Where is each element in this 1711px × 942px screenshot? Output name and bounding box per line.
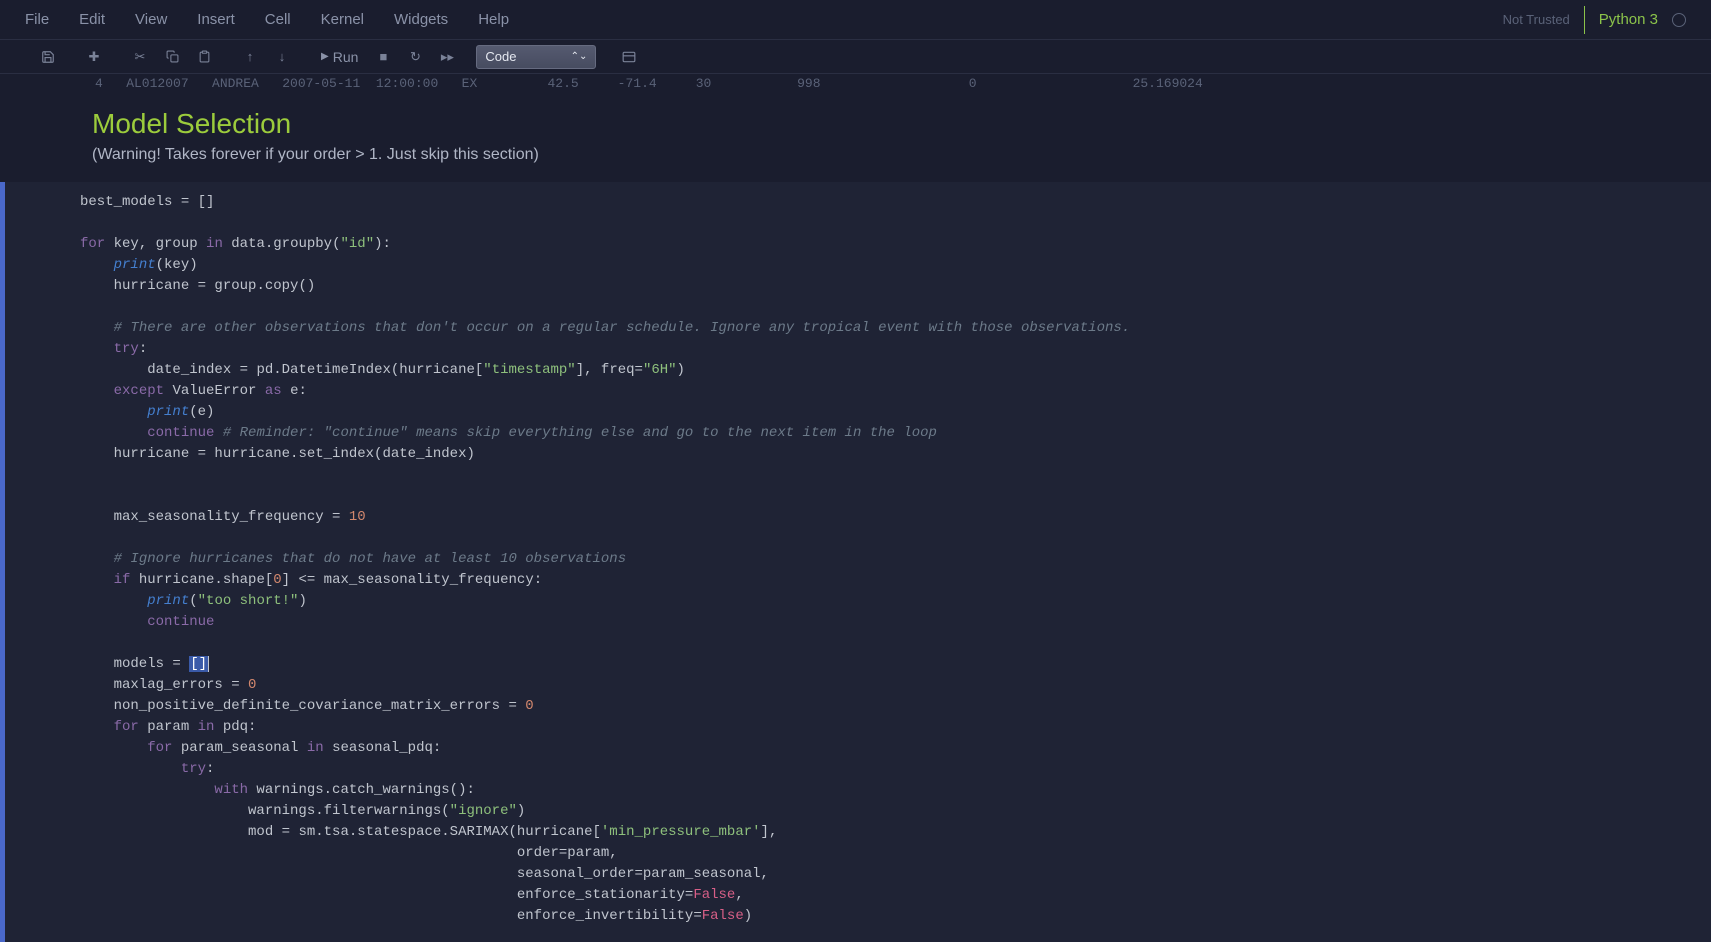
save-icon[interactable] [35,46,61,68]
string-literal: "timestamp" [483,362,575,378]
markdown-heading: Model Selection [92,108,1711,140]
code-comment: # Ignore hurricanes that do not have at … [114,551,626,567]
menu-insert[interactable]: Insert [197,11,235,28]
move-down-icon[interactable]: ↓ [269,46,295,68]
kernel-status-icon[interactable] [1672,13,1686,27]
cell-gutter [0,182,68,942]
menu-widgets[interactable]: Widgets [394,11,448,28]
not-trusted-label[interactable]: Not Trusted [1503,12,1570,27]
chevron-up-down-icon: ⌃⌄ [571,51,588,62]
markdown-paragraph: (Warning! Takes forever if your order > … [92,146,1711,164]
menu-view[interactable]: View [135,11,167,28]
interrupt-icon[interactable]: ■ [370,46,396,68]
copy-icon[interactable] [159,46,185,68]
markdown-cell[interactable]: Model Selection (Warning! Takes forever … [0,92,1711,178]
menus: File Edit View Insert Cell Kernel Widget… [25,11,509,28]
toolbar: ✚ ✂ ↑ ↓ ▶ Run ■ ↻ ▸▸ Code ⌃⌄ [0,40,1711,74]
selected-text: [] [189,656,208,672]
string-literal: "id" [340,236,374,252]
menu-edit[interactable]: Edit [79,11,105,28]
restart-icon[interactable]: ↻ [402,46,428,68]
menubar: File Edit View Insert Cell Kernel Widget… [0,0,1711,40]
number-literal: 0 [248,677,256,693]
move-up-icon[interactable]: ↑ [237,46,263,68]
command-palette-icon[interactable] [616,46,642,68]
kernel-name[interactable]: Python 3 [1599,11,1658,28]
number-literal: 10 [349,509,366,525]
add-cell-icon[interactable]: ✚ [81,46,107,68]
header-divider [1584,6,1585,34]
menu-help[interactable]: Help [478,11,509,28]
cut-icon[interactable]: ✂ [127,46,153,68]
play-icon: ▶ [321,51,329,62]
run-button[interactable]: ▶ Run [315,49,364,65]
run-label: Run [333,49,359,65]
menu-cell[interactable]: Cell [265,11,291,28]
code-comment: # Reminder: "continue" means skip everyt… [223,425,937,441]
string-literal: "6H" [643,362,677,378]
string-literal: "ignore" [450,803,517,819]
code-comment: # There are other observations that don'… [114,320,1131,336]
code-editor[interactable]: best_models = [] for key, group in data.… [68,182,1711,942]
cell-type-value: Code [485,49,516,64]
string-literal: 'min_pressure_mbar' [601,824,761,840]
notebook: 4 AL012007 ANDREA 2007-05-11 12:00:00 EX… [0,74,1711,942]
menu-file[interactable]: File [25,11,49,28]
menu-kernel[interactable]: Kernel [321,11,364,28]
cell-type-select[interactable]: Code ⌃⌄ [476,45,596,69]
paste-icon[interactable] [191,46,217,68]
string-literal: "too short!" [198,593,299,609]
number-literal: 0 [525,698,533,714]
header-right: Not Trusted Python 3 [1503,6,1686,34]
restart-run-all-icon[interactable]: ▸▸ [434,46,460,68]
output-data-fragment: 4 AL012007 ANDREA 2007-05-11 12:00:00 EX… [0,74,1711,92]
number-literal: 0 [273,572,281,588]
code-cell[interactable]: best_models = [] for key, group in data.… [0,182,1711,942]
